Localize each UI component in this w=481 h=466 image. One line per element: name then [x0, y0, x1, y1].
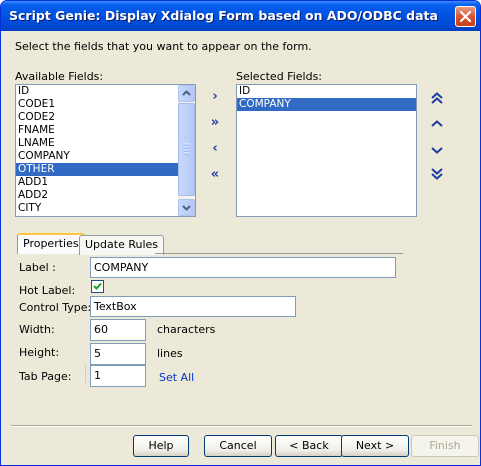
add-all-fields-button[interactable]: »	[206, 116, 224, 132]
cancel-button[interactable]: Cancel	[204, 435, 272, 457]
height-unit: lines	[157, 347, 183, 360]
selected-fields-label: Selected Fields:	[236, 70, 323, 83]
available-fields-list[interactable]: ID CODE1 CODE2 FNAME LNAME COMPANY OTHER ADD1 AD…	[15, 84, 196, 217]
scroll-thumb[interactable]	[178, 103, 195, 196]
available-field-item[interactable]: CODE2	[16, 111, 195, 124]
double-chevron-down-icon	[431, 168, 443, 180]
chevron-up-icon	[182, 90, 191, 96]
chevron-down-icon	[182, 205, 191, 211]
available-fields-scrollbar[interactable]	[178, 85, 195, 216]
available-fields-label: Available Fields:	[15, 70, 104, 83]
width-field[interactable]: 60	[90, 319, 146, 341]
tab-page-separator	[85, 365, 86, 383]
control-type-field[interactable]: TextBox	[90, 296, 296, 317]
available-field-item[interactable]: ID	[16, 85, 195, 98]
available-field-item[interactable]: ADD2	[16, 189, 195, 202]
move-to-bottom-button[interactable]	[428, 166, 446, 182]
checkmark-icon	[93, 282, 102, 290]
move-to-top-button[interactable]	[428, 90, 446, 106]
help-button[interactable]: Help	[133, 435, 189, 457]
footer-divider	[11, 425, 472, 427]
next-button[interactable]: Next >	[341, 435, 409, 457]
set-all-link[interactable]: Set All	[159, 371, 194, 384]
instructions-text: Select the fields that you want to appea…	[15, 40, 312, 53]
available-field-item[interactable]: CITY	[16, 202, 195, 215]
tab-strip-line	[155, 253, 403, 254]
selected-fields-list[interactable]: ID COMPANY	[236, 84, 417, 217]
close-icon	[459, 10, 472, 23]
available-field-item[interactable]: CODE1	[16, 98, 195, 111]
add-field-button[interactable]: ›	[206, 90, 224, 106]
scroll-up-button[interactable]	[178, 85, 195, 102]
remove-field-button[interactable]: ‹	[206, 142, 224, 158]
selected-field-item[interactable]: ID	[237, 85, 416, 98]
available-field-item[interactable]: COMPANY	[16, 150, 195, 163]
scroll-down-button[interactable]	[178, 199, 195, 216]
finish-button[interactable]: Finish	[411, 435, 479, 457]
height-caption: Height:	[19, 346, 60, 359]
width-caption: Width:	[19, 323, 55, 336]
available-field-item[interactable]: ADD1	[16, 176, 195, 189]
selected-field-item[interactable]: COMPANY	[237, 98, 416, 111]
grip-icon	[183, 143, 190, 155]
tab-update-rules[interactable]: Update Rules	[79, 235, 165, 255]
chevron-up-icon	[431, 120, 443, 127]
back-button[interactable]: < Back	[275, 435, 343, 457]
close-button[interactable]	[455, 6, 476, 27]
hot-label-caption: Hot Label:	[19, 284, 76, 297]
script-genie-window: Script Genie: Display Xdialog Form based…	[0, 0, 481, 466]
label-caption: Label :	[19, 261, 56, 274]
label-field[interactable]: COMPANY	[90, 257, 396, 278]
double-chevron-up-icon	[431, 92, 443, 104]
title-bar[interactable]: Script Genie: Display Xdialog Form based…	[1, 1, 480, 31]
tab-page-field[interactable]: 1	[90, 365, 146, 387]
width-unit: characters	[157, 323, 216, 336]
chevron-down-icon	[431, 147, 443, 154]
height-field[interactable]: 5	[90, 343, 146, 365]
move-down-button[interactable]	[428, 142, 446, 158]
tab-properties[interactable]: Properties	[17, 233, 85, 254]
move-up-button[interactable]	[428, 116, 446, 132]
control-type-caption: Control Type:	[19, 301, 92, 314]
remove-all-fields-button[interactable]: «	[206, 168, 224, 184]
window-title: Script Genie: Display Xdialog Form based…	[9, 8, 438, 23]
available-field-item[interactable]: FNAME	[16, 124, 195, 137]
available-field-item[interactable]: OTHER	[16, 163, 195, 176]
hot-label-checkbox[interactable]	[91, 280, 104, 293]
tab-page-caption: Tab Page:	[19, 370, 72, 383]
available-field-item[interactable]: LNAME	[16, 137, 195, 150]
